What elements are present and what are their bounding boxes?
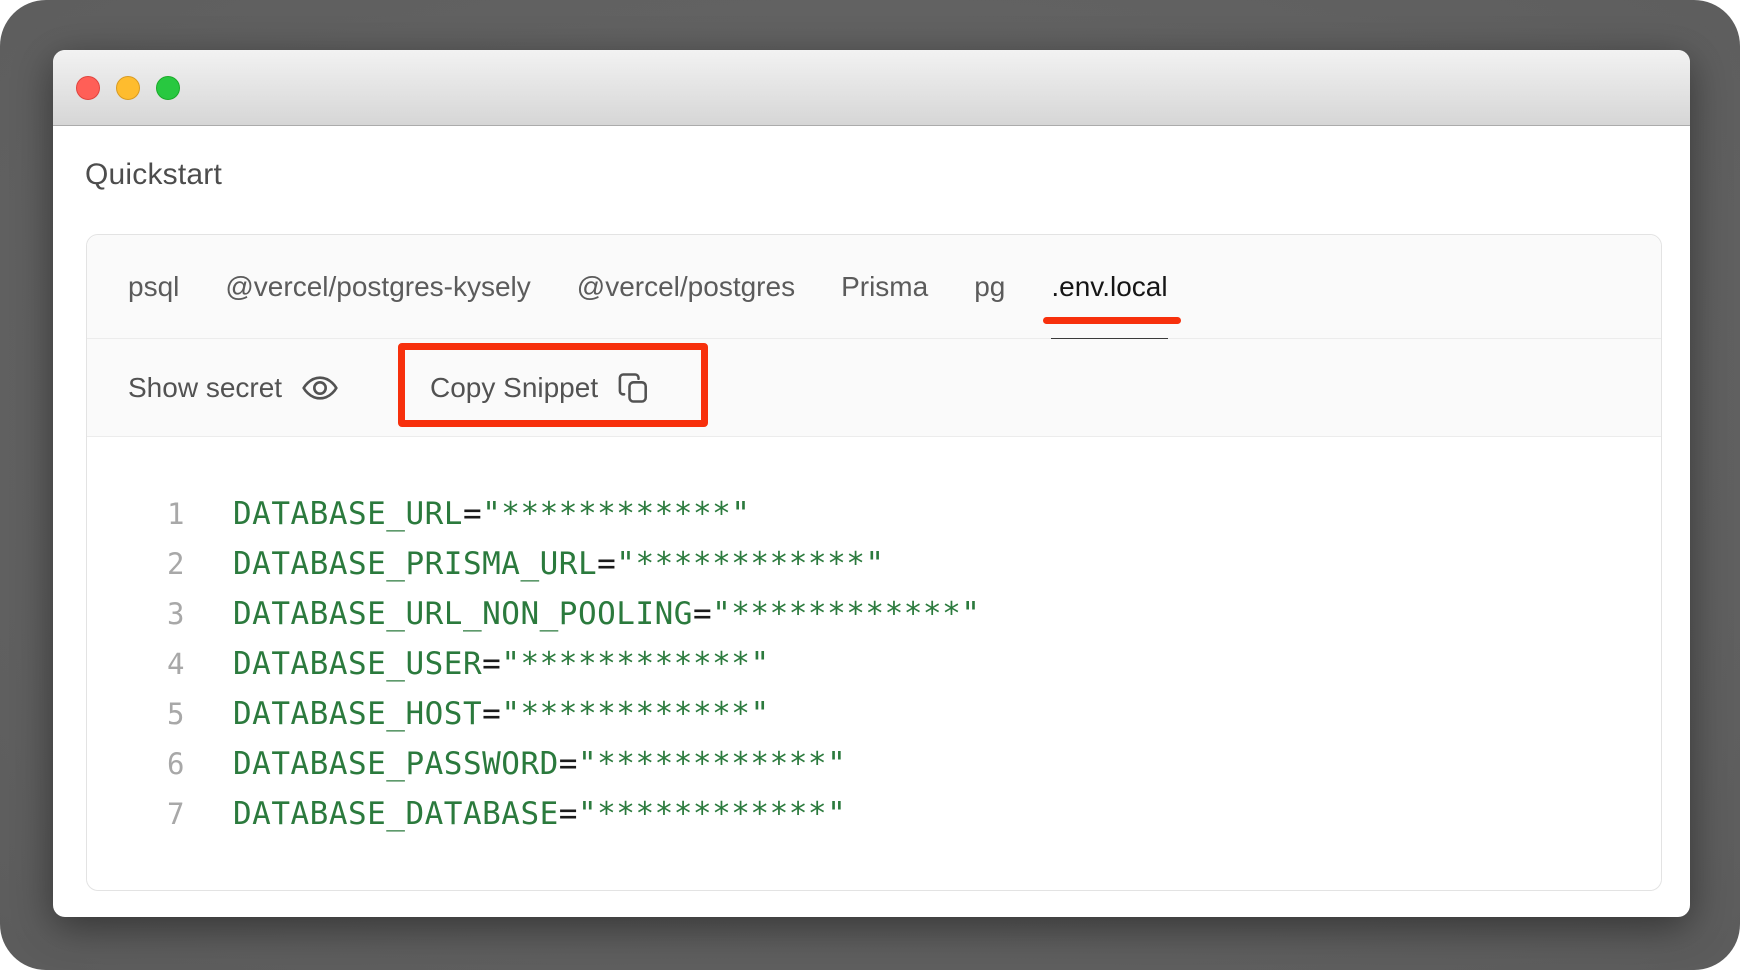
window-controls [76, 76, 180, 100]
env-value: "************" [501, 696, 769, 732]
eye-icon[interactable] [300, 368, 340, 408]
tab-psql[interactable]: psql [128, 270, 179, 304]
code-text: DATABASE_URL_NON_POOLING="************" [233, 596, 980, 632]
zoom-button[interactable] [156, 76, 180, 100]
tab-env-local[interactable]: .env.local [1051, 270, 1167, 304]
code-text: DATABASE_USER="************" [233, 646, 770, 682]
env-key: DATABASE_USER [233, 646, 482, 682]
code-line: 6 DATABASE_PASSWORD="************" [87, 739, 1661, 789]
tab-vercel-postgres-kysely[interactable]: @vercel/postgres-kysely [225, 270, 530, 304]
env-value: "************" [482, 496, 750, 532]
env-key: DATABASE_DATABASE [233, 796, 559, 832]
show-secret-toggle[interactable]: Show secret [128, 368, 340, 408]
env-value: "************" [578, 796, 846, 832]
code-block: 1 DATABASE_URL="************" 2 DATABASE… [87, 437, 1661, 890]
line-number: 4 [87, 647, 185, 681]
annotation-underline [1043, 317, 1180, 324]
line-number: 3 [87, 597, 185, 631]
env-value: "************" [712, 596, 980, 632]
tab-env-local-label: .env.local [1051, 271, 1167, 302]
show-secret-label: Show secret [128, 372, 282, 404]
operator: = [482, 646, 501, 682]
snippet-toolbar: Show secret Copy Snippet [87, 339, 1661, 437]
env-key: DATABASE_HOST [233, 696, 482, 732]
env-value: "************" [578, 746, 846, 782]
code-text: DATABASE_PRISMA_URL="************" [233, 546, 885, 582]
device-frame: Quickstart psql @vercel/postgres-kysely … [0, 0, 1740, 970]
line-number: 7 [87, 797, 185, 831]
line-number: 2 [87, 547, 185, 581]
page-title: Quickstart [85, 158, 222, 192]
minimize-button[interactable] [116, 76, 140, 100]
env-key: DATABASE_PRISMA_URL [233, 546, 597, 582]
env-value: "************" [616, 546, 884, 582]
env-key: DATABASE_URL [233, 496, 463, 532]
tab-pg[interactable]: pg [974, 270, 1005, 304]
line-number: 6 [87, 747, 185, 781]
code-text: DATABASE_URL="************" [233, 496, 750, 532]
code-text: DATABASE_DATABASE="************" [233, 796, 846, 832]
code-line: 1 DATABASE_URL="************" [87, 489, 1661, 539]
env-key: DATABASE_URL_NON_POOLING [233, 596, 693, 632]
operator: = [559, 746, 578, 782]
copy-snippet-label: Copy Snippet [430, 372, 598, 404]
close-button[interactable] [76, 76, 100, 100]
operator: = [463, 496, 482, 532]
code-line: 4 DATABASE_USER="************" [87, 639, 1661, 689]
line-number: 1 [87, 497, 185, 531]
line-number: 5 [87, 697, 185, 731]
code-text: DATABASE_HOST="************" [233, 696, 770, 732]
code-line: 7 DATABASE_DATABASE="************" [87, 789, 1661, 839]
app-window: Quickstart psql @vercel/postgres-kysely … [53, 50, 1690, 917]
tab-prisma[interactable]: Prisma [841, 270, 928, 304]
copy-icon[interactable] [616, 370, 652, 406]
code-line: 3 DATABASE_URL_NON_POOLING="************… [87, 589, 1661, 639]
titlebar [53, 50, 1690, 126]
env-value: "************" [501, 646, 769, 682]
operator: = [482, 696, 501, 732]
tab-bar: psql @vercel/postgres-kysely @vercel/pos… [87, 235, 1661, 339]
quickstart-panel: psql @vercel/postgres-kysely @vercel/pos… [86, 234, 1662, 891]
tab-vercel-postgres[interactable]: @vercel/postgres [577, 270, 795, 304]
code-line: 5 DATABASE_HOST="************" [87, 689, 1661, 739]
copy-snippet-button[interactable]: Copy Snippet [430, 339, 652, 436]
operator: = [559, 796, 578, 832]
operator: = [597, 546, 616, 582]
operator: = [693, 596, 712, 632]
code-line: 2 DATABASE_PRISMA_URL="************" [87, 539, 1661, 589]
code-text: DATABASE_PASSWORD="************" [233, 746, 846, 782]
env-key: DATABASE_PASSWORD [233, 746, 559, 782]
